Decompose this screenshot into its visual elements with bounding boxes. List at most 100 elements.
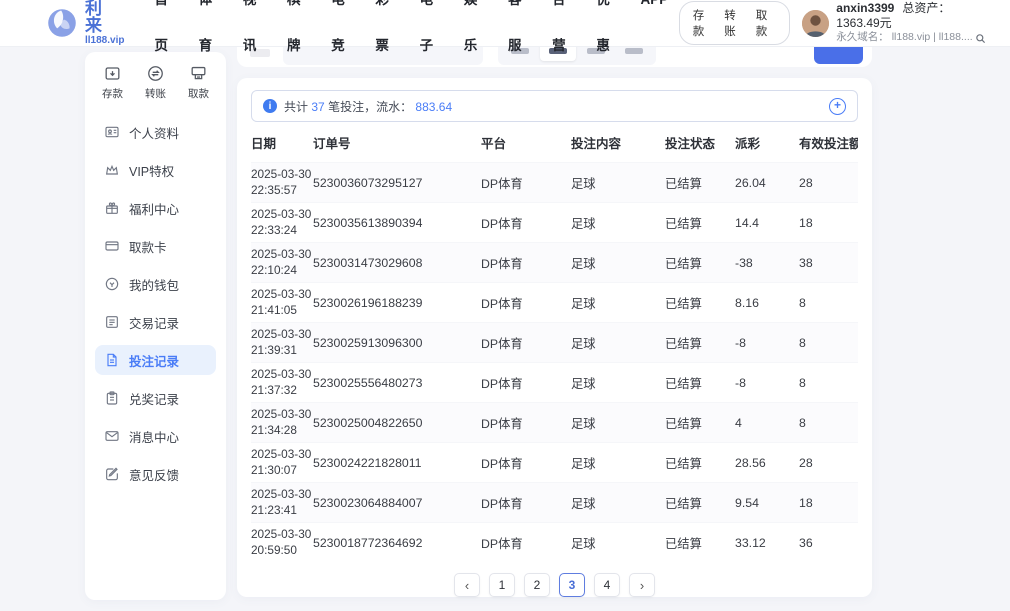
- cell-bet-status: 已结算: [665, 294, 735, 312]
- expand-plus-icon[interactable]: +: [829, 98, 846, 115]
- cell-valid-amount: 38: [799, 256, 858, 270]
- envelope-icon: [104, 428, 120, 444]
- sidebar-item-label: 我的钱包: [129, 275, 179, 294]
- domain-line: 永久域名： ll188.vip | ll188....: [836, 31, 992, 44]
- sidebar-item-wallet[interactable]: 我的钱包: [95, 269, 216, 299]
- nav-item[interactable]: APP: [630, 0, 679, 69]
- wallet-quick-link[interactable]: 取款: [756, 7, 777, 39]
- wallet-quick-pill: 存款转账取款: [679, 1, 791, 45]
- table-row[interactable]: 2025-03-30 22:33:24 5230035613890394 DP体…: [251, 202, 858, 242]
- cell-bet-status: 已结算: [665, 534, 735, 552]
- page-button[interactable]: 1: [489, 573, 515, 597]
- withdraw-action[interactable]: 取款: [188, 64, 209, 101]
- col-payout: 派彩: [735, 133, 799, 152]
- table-row[interactable]: 2025-03-30 21:39:31 5230025913096300 DP体…: [251, 322, 858, 362]
- cell-valid-amount: 8: [799, 336, 858, 350]
- deposit-action[interactable]: 存款: [102, 64, 123, 101]
- turnover-amount: 883.64: [415, 100, 452, 114]
- cell-bet-content: 足球: [571, 294, 665, 312]
- cell-payout: 33.12: [735, 536, 799, 550]
- cell-order-number: 5230036073295127: [313, 176, 481, 190]
- cell-bet-content: 足球: [571, 414, 665, 432]
- deposit-label: 存款: [102, 86, 123, 101]
- cell-valid-amount: 18: [799, 216, 858, 230]
- cell-valid-amount: 8: [799, 376, 858, 390]
- permanent-domain: 永久域名： ll188.vip | ll188....: [836, 31, 972, 44]
- brand-logo[interactable]: 利 来 ll188.vip: [46, 0, 132, 46]
- nav-item[interactable]: 彩票: [365, 0, 409, 69]
- next-page-button[interactable]: ›: [629, 573, 655, 597]
- pagination: ‹ 1 2 3 4 ›: [251, 573, 858, 597]
- sidebar-item-label: 投注记录: [129, 351, 179, 370]
- table-row[interactable]: 2025-03-30 21:41:05 5230026196188239 DP体…: [251, 282, 858, 322]
- col-platform: 平台: [481, 133, 571, 152]
- sidebar-item-messages[interactable]: 消息中心: [95, 421, 216, 451]
- cell-payout: 28.56: [735, 456, 799, 470]
- sidebar-item-label: 交易记录: [129, 313, 179, 332]
- cell-platform: DP体育: [481, 494, 571, 512]
- page-button[interactable]: 4: [594, 573, 620, 597]
- page-button[interactable]: 2: [524, 573, 550, 597]
- cell-order-number: 5230024221828011: [313, 456, 481, 470]
- cell-payout: 9.54: [735, 496, 799, 510]
- sidebar-item-feedback[interactable]: 意见反馈: [95, 459, 216, 489]
- sidebar-item-vip[interactable]: VIP特权: [95, 155, 216, 185]
- cell-order-number: 5230018772364692: [313, 536, 481, 550]
- user-box[interactable]: anxin3399总资产： 1363.49元 永久域名： ll188.vip |…: [802, 1, 992, 44]
- cell-bet-content: 足球: [571, 494, 665, 512]
- sidebar-item-withdraw-card[interactable]: 取款卡: [95, 231, 216, 261]
- table-row[interactable]: 2025-03-30 21:23:41 5230023064884007 DP体…: [251, 482, 858, 522]
- info-icon: i: [263, 99, 277, 113]
- cell-date: 2025-03-30 22:10:24: [251, 247, 313, 278]
- cell-platform: DP体育: [481, 454, 571, 472]
- main-nav: 首页体育视讯棋牌电竞彩票电子娱乐客服合营优惠APP: [144, 0, 679, 69]
- cell-date: 2025-03-30 21:37:32: [251, 367, 313, 398]
- cell-payout: -8: [735, 336, 799, 350]
- avatar[interactable]: [802, 10, 829, 37]
- nav-item[interactable]: 电竞: [321, 0, 365, 69]
- table-row[interactable]: 2025-03-30 22:10:24 5230031473029608 DP体…: [251, 242, 858, 282]
- cell-bet-status: 已结算: [665, 214, 735, 232]
- sidebar-item-profile[interactable]: 个人资料: [95, 117, 216, 147]
- nav-item[interactable]: 客服: [497, 0, 541, 69]
- nav-item[interactable]: 娱乐: [453, 0, 497, 69]
- nav-item[interactable]: 合营: [542, 0, 586, 69]
- cell-date: 2025-03-30 21:39:31: [251, 327, 313, 358]
- prev-page-button[interactable]: ‹: [454, 573, 480, 597]
- cell-order-number: 5230023064884007: [313, 496, 481, 510]
- table-row[interactable]: 2025-03-30 20:59:50 5230018772364692 DP体…: [251, 522, 858, 562]
- table-row[interactable]: 2025-03-30 21:34:28 5230025004822650 DP体…: [251, 402, 858, 442]
- sidebar-item-redeem-records[interactable]: 兑奖记录: [95, 383, 216, 413]
- cell-order-number: 5230025913096300: [313, 336, 481, 350]
- bet-count: 37: [311, 100, 324, 114]
- sidebar-item-welfare[interactable]: 福利中心: [95, 193, 216, 223]
- nav-item[interactable]: 电子: [409, 0, 453, 69]
- search-icon[interactable]: [975, 33, 986, 44]
- wallet-icon: [104, 276, 120, 292]
- nav-item[interactable]: 优惠: [586, 0, 630, 69]
- cell-bet-status: 已结算: [665, 334, 735, 352]
- nav-item[interactable]: 体育: [188, 0, 232, 69]
- cell-date: 2025-03-30 21:23:41: [251, 487, 313, 518]
- nav-item[interactable]: 视讯: [232, 0, 276, 69]
- wallet-quick-link[interactable]: 转账: [724, 7, 745, 39]
- wallet-quick-link[interactable]: 存款: [693, 7, 714, 39]
- list-document-icon: [104, 314, 120, 330]
- table-row[interactable]: 2025-03-30 21:37:32 5230025556480273 DP体…: [251, 362, 858, 402]
- page-buttons: 1 2 3 4: [489, 573, 620, 597]
- sidebar-item-transactions[interactable]: 交易记录: [95, 307, 216, 337]
- page-button[interactable]: 3: [559, 573, 585, 597]
- transfer-action[interactable]: 转账: [145, 64, 166, 101]
- table-row[interactable]: 2025-03-30 21:30:07 5230024221828011 DP体…: [251, 442, 858, 482]
- nav-item[interactable]: 首页: [144, 0, 188, 69]
- sidebar: 存款 转账 取款: [85, 52, 226, 600]
- table-row[interactable]: 2025-03-30 22:35:57 5230036073295127 DP体…: [251, 162, 858, 202]
- sidebar-item-bet-records[interactable]: 投注记录: [95, 345, 216, 375]
- cell-platform: DP体育: [481, 214, 571, 232]
- search-button[interactable]: [814, 46, 863, 64]
- summary-text: 共计 37 笔投注，流水： 883.64: [284, 98, 452, 115]
- sidebar-item-label: 福利中心: [129, 199, 179, 218]
- cell-bet-status: 已结算: [665, 494, 735, 512]
- sidebar-menu: 个人资料 VIP特权 福利中心 取款卡 我的钱包 交易记录: [85, 105, 226, 489]
- nav-item[interactable]: 棋牌: [277, 0, 321, 69]
